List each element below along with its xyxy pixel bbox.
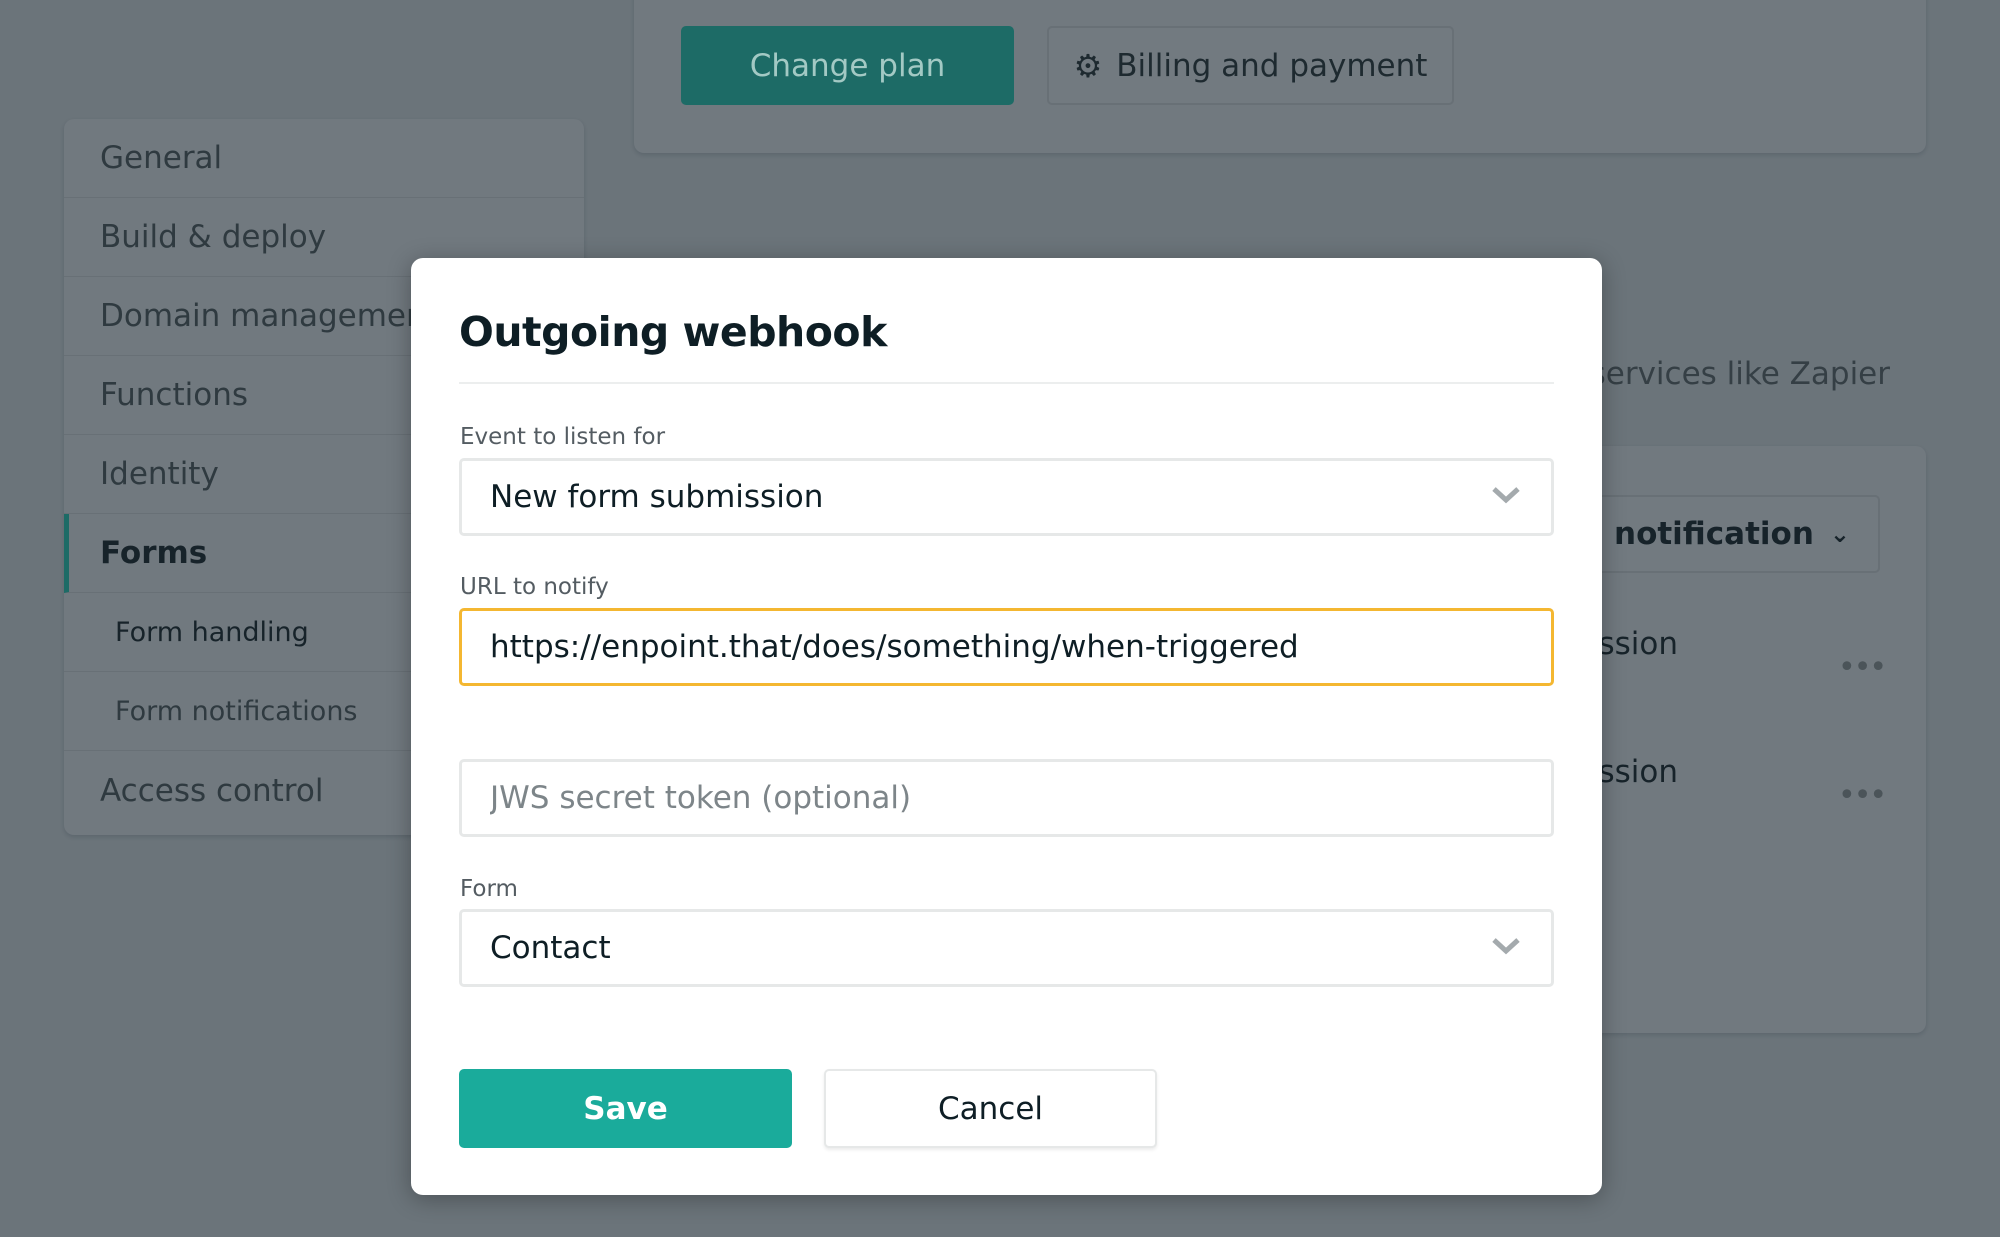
token-input[interactable] [459, 759, 1554, 837]
more-icon[interactable]: ••• [1838, 650, 1887, 685]
event-select[interactable]: New form submission [459, 458, 1554, 536]
outgoing-webhook-modal: Outgoing webhook Event to listen for New… [411, 258, 1602, 1195]
billing-button[interactable]: ⚙ Billing and payment [1047, 26, 1454, 105]
form-value: Contact [490, 930, 611, 966]
chevron-down-icon: ⌄ [1829, 520, 1850, 548]
form-label: Form [460, 876, 518, 902]
url-label: URL to notify [460, 574, 609, 600]
form-select[interactable]: Contact [459, 909, 1554, 987]
billing-label: Billing and payment [1116, 47, 1428, 84]
modal-title: Outgoing webhook [459, 308, 887, 356]
event-label: Event to listen for [460, 424, 666, 450]
url-input-field[interactable] [490, 629, 1551, 665]
description-text: services like Zapier [1589, 356, 1890, 392]
more-icon[interactable]: ••• [1838, 778, 1887, 813]
cancel-button[interactable]: Cancel [824, 1069, 1157, 1148]
url-input[interactable] [459, 608, 1554, 686]
event-value: New form submission [490, 479, 824, 515]
change-plan-button[interactable]: Change plan [681, 26, 1014, 105]
sidebar-item-general[interactable]: General [64, 119, 584, 198]
token-input-field[interactable] [490, 780, 1551, 816]
gear-icon: ⚙ [1073, 46, 1103, 85]
divider [459, 382, 1554, 384]
save-button[interactable]: Save [459, 1069, 792, 1148]
chevron-down-icon [1492, 938, 1520, 955]
chevron-down-icon [1492, 487, 1520, 504]
